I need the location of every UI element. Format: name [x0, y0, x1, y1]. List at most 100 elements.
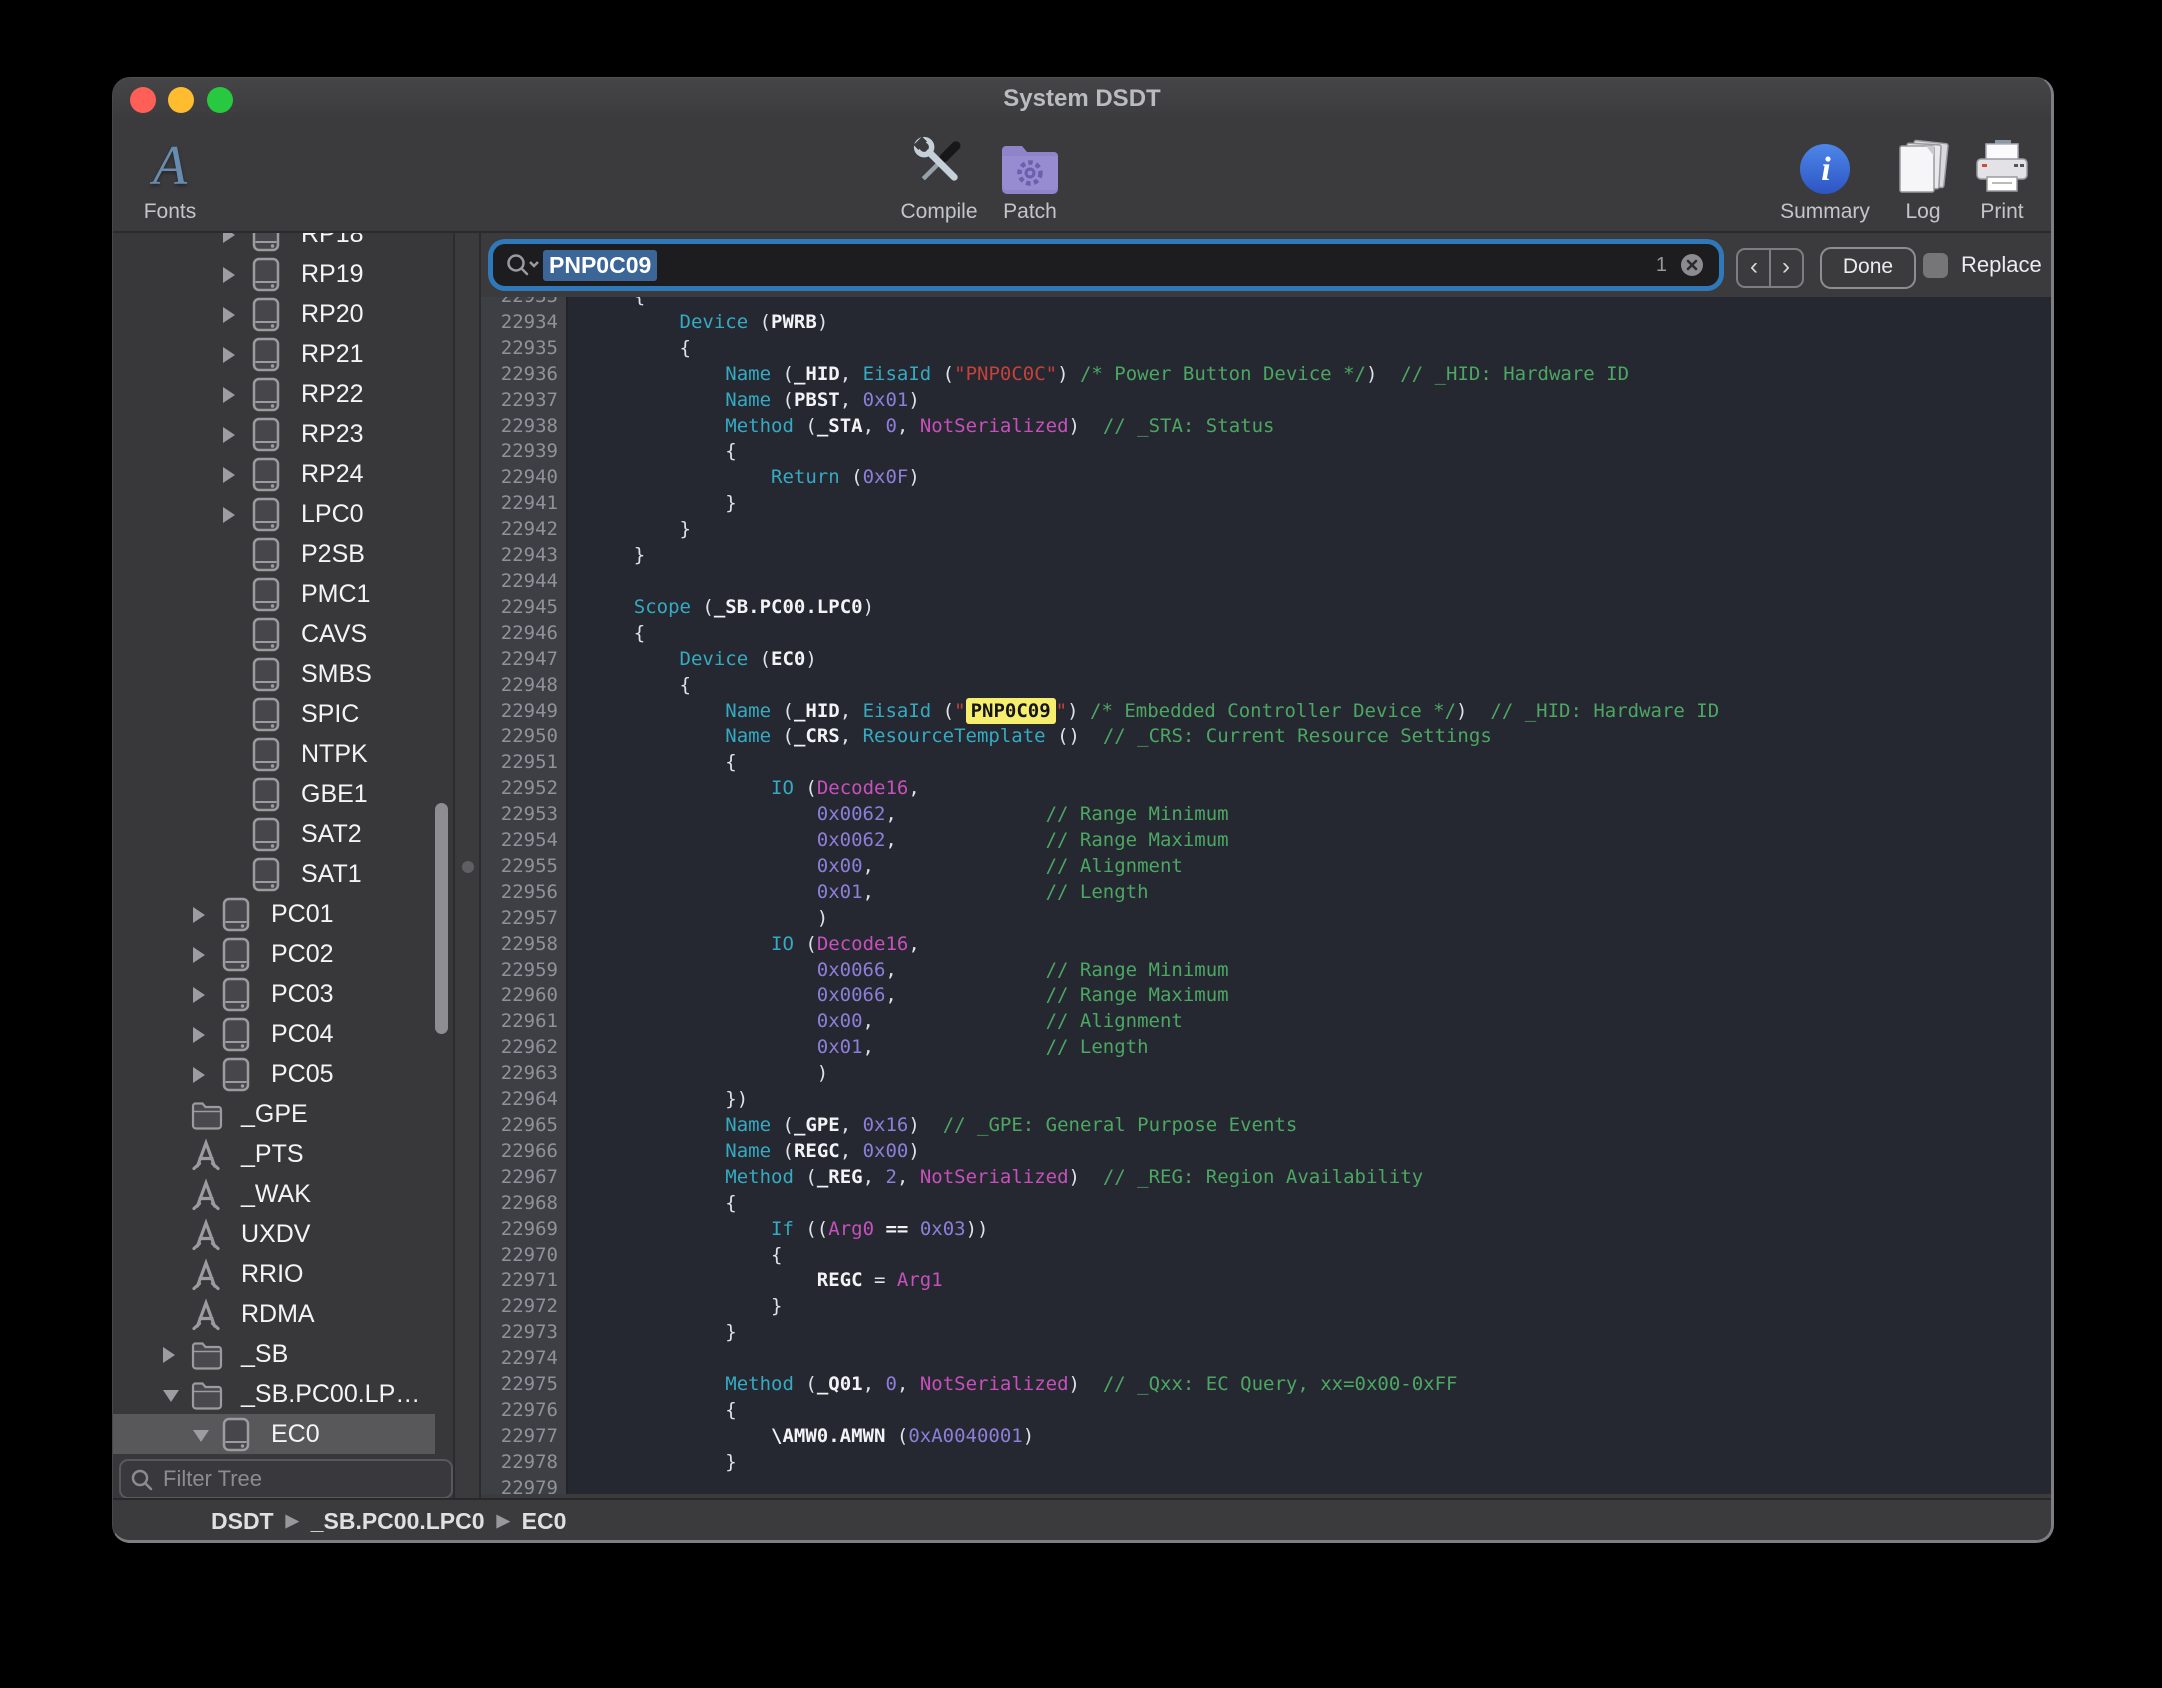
find-query-text[interactable]: PNP0C09 [543, 250, 657, 281]
tree-row-spic[interactable]: SPIC [113, 694, 435, 734]
disclosure-open-icon[interactable] [193, 1430, 209, 1442]
splitter[interactable] [453, 233, 481, 1498]
tree-row-sat1[interactable]: SAT1 [113, 854, 435, 894]
device-icon [219, 1416, 253, 1454]
disclosure-closed-icon[interactable] [223, 467, 235, 483]
disclosure-closed-icon[interactable] [223, 427, 235, 443]
line-number: 22935 [501, 336, 558, 362]
code-line: 0x01, // Length [588, 880, 1719, 906]
disclosure-closed-icon[interactable] [223, 347, 235, 363]
breadcrumb-item-device[interactable]: EC0 [522, 1508, 567, 1535]
patch-button[interactable]: Patch [975, 124, 1085, 224]
tree-row-ec0[interactable]: EC0 [113, 1414, 435, 1454]
print-label: Print [1980, 200, 2023, 224]
tree-label: SAT1 [301, 854, 362, 894]
device-tree[interactable]: RP18RP19RP20RP21RP22RP23RP24LPC0P2SBPMC1… [113, 233, 453, 1454]
summary-button[interactable]: i Summary [1770, 124, 1880, 224]
tree-row-ntpk[interactable]: NTPK [113, 734, 435, 774]
tree-label: RRIO [241, 1254, 304, 1294]
fonts-button[interactable]: A Fonts [115, 124, 225, 224]
disclosure-closed-icon[interactable] [223, 387, 235, 403]
tree-row-smbs[interactable]: SMBS [113, 654, 435, 694]
tree-row-pc04[interactable]: PC04 [113, 1014, 435, 1054]
search-magnifier-icon[interactable] [505, 253, 539, 279]
filter-tree-input[interactable] [119, 1459, 453, 1499]
disclosure-closed-icon[interactable] [193, 947, 205, 963]
disclosure-closed-icon[interactable] [223, 267, 235, 283]
disclosure-closed-icon[interactable] [223, 233, 235, 243]
code-editor[interactable]: { Device (PWRB) { Name (_HID, EisaId ("P… [568, 297, 2051, 1494]
find-previous-button[interactable]: ‹ [1736, 248, 1771, 288]
tree-row--pts[interactable]: _PTS [113, 1134, 435, 1174]
code-line: IO (Decode16, [588, 776, 1719, 802]
code-line: } [588, 1294, 1719, 1320]
code-line: Name (_GPE, 0x16) // _GPE: General Purpo… [588, 1113, 1719, 1139]
code-line: } [588, 1320, 1719, 1346]
disclosure-closed-icon[interactable] [193, 907, 205, 923]
tree-row-uxdv[interactable]: UXDV [113, 1214, 435, 1254]
print-button[interactable]: Print [1947, 124, 2054, 224]
tree-row-p2sb[interactable]: P2SB [113, 534, 435, 574]
tree-row-pc01[interactable]: PC01 [113, 894, 435, 934]
tree-row-sat2[interactable]: SAT2 [113, 814, 435, 854]
tree-row--sb[interactable]: _SB [113, 1334, 435, 1374]
sidebar-scrollbar-thumb[interactable] [435, 803, 448, 1034]
done-button[interactable]: Done [1820, 247, 1916, 289]
tree-label: LPC0 [301, 494, 364, 534]
tree-row--gpe[interactable]: _GPE [113, 1094, 435, 1134]
clear-search-icon[interactable] [1679, 252, 1705, 278]
tree-row--wak[interactable]: _WAK [113, 1174, 435, 1214]
device-icon [249, 256, 283, 294]
tree-label: RP18 [301, 233, 364, 254]
tree-label: RP21 [301, 334, 364, 374]
line-number: 22954 [501, 828, 558, 854]
tree-row--sb-pc00-lp-[interactable]: _SB.PC00.LP… [113, 1374, 435, 1414]
tree-row-pc02[interactable]: PC02 [113, 934, 435, 974]
filter-tree-field [119, 1459, 453, 1499]
tree-row-cavs[interactable]: CAVS [113, 614, 435, 654]
tree-row-rp21[interactable]: RP21 [113, 334, 435, 374]
code-line: If ((Arg0 == 0x03)) [588, 1217, 1719, 1243]
tree-label: _GPE [241, 1094, 308, 1134]
breadcrumb-item-dsdt[interactable]: DSDT [211, 1508, 274, 1535]
tree-row-rp20[interactable]: RP20 [113, 294, 435, 334]
disclosure-closed-icon[interactable] [223, 307, 235, 323]
tree-row-lpc0[interactable]: LPC0 [113, 494, 435, 534]
replace-checkbox[interactable] [1923, 253, 1948, 278]
device-icon [249, 416, 283, 454]
tree-row-rp18[interactable]: RP18 [113, 233, 435, 254]
tree-row-pmc1[interactable]: PMC1 [113, 574, 435, 614]
tree-label: PC02 [271, 934, 334, 974]
code-line: Name (REGC, 0x00) [588, 1139, 1719, 1165]
titlebar[interactable]: System DSDT [113, 78, 2051, 118]
disclosure-closed-icon[interactable] [193, 1027, 205, 1043]
disclosure-closed-icon[interactable] [193, 987, 205, 1003]
line-number: 22960 [501, 983, 558, 1009]
tree-row-rp19[interactable]: RP19 [113, 254, 435, 294]
device-icon [249, 736, 283, 774]
tree-label: RP20 [301, 294, 364, 334]
disclosure-closed-icon[interactable] [223, 507, 235, 523]
device-icon [219, 936, 253, 974]
code-line: 0x0062, // Range Minimum [588, 802, 1719, 828]
disclosure-closed-icon[interactable] [193, 1067, 205, 1083]
breadcrumb: DSDT ▶ _SB.PC00.LPC0 ▶ EC0 [211, 1500, 566, 1542]
tree-row-rdma[interactable]: RDMA [113, 1294, 435, 1334]
find-next-button[interactable]: › [1769, 248, 1804, 288]
tree-label: PC05 [271, 1054, 334, 1094]
tree-row-gbe1[interactable]: GBE1 [113, 774, 435, 814]
tree-row-pc05[interactable]: PC05 [113, 1054, 435, 1094]
disclosure-open-icon[interactable] [163, 1390, 179, 1402]
splitter-handle-icon[interactable] [462, 861, 474, 873]
tree-row-rp24[interactable]: RP24 [113, 454, 435, 494]
find-field[interactable]: PNP0C09 1 [493, 244, 1719, 286]
breadcrumb-item-scope[interactable]: _SB.PC00.LPC0 [311, 1508, 485, 1535]
tree-row-pc03[interactable]: PC03 [113, 974, 435, 1014]
tree-row-rrio[interactable]: RRIO [113, 1254, 435, 1294]
tree-row-rp22[interactable]: RP22 [113, 374, 435, 414]
patch-folder-icon [999, 130, 1061, 196]
tree-row-rp23[interactable]: RP23 [113, 414, 435, 454]
line-number: 22939 [501, 439, 558, 465]
disclosure-closed-icon[interactable] [163, 1347, 175, 1363]
tree-label: NTPK [301, 734, 368, 774]
